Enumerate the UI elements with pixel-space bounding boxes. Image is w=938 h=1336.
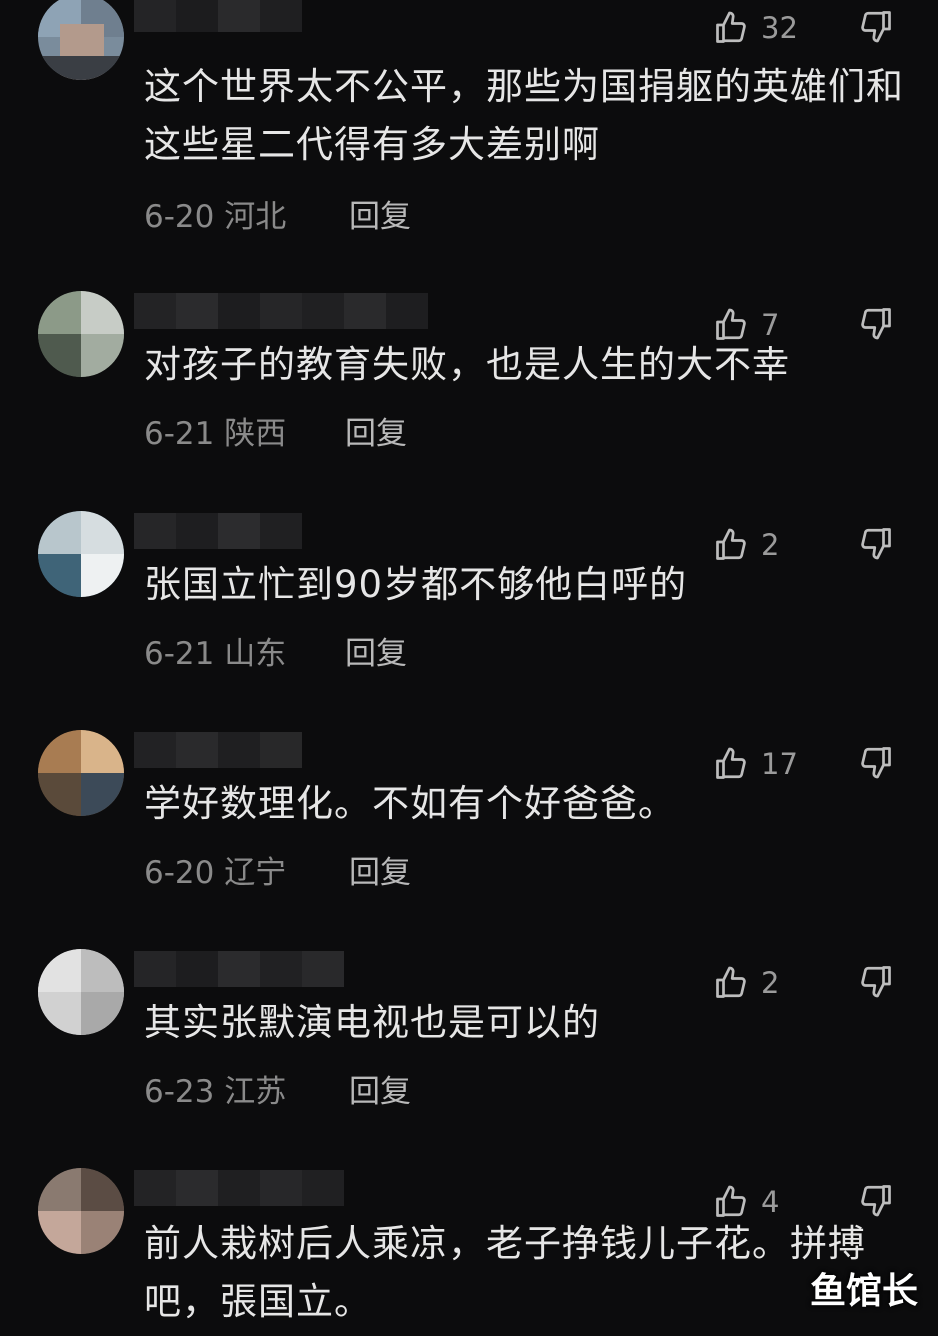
dislike-button[interactable] <box>858 8 896 48</box>
avatar[interactable] <box>38 291 124 377</box>
username-blurred[interactable] <box>134 732 302 768</box>
avatar[interactable] <box>38 0 124 80</box>
username-blurred[interactable] <box>134 513 302 549</box>
username-blurred[interactable] <box>134 293 428 329</box>
avatar[interactable] <box>38 730 124 816</box>
reply-button[interactable]: 回复 <box>349 847 411 892</box>
like-button[interactable]: 32 <box>713 8 813 48</box>
reply-button[interactable]: 回复 <box>349 1066 411 1111</box>
avatar[interactable] <box>38 949 124 1035</box>
thumb-up-icon <box>716 11 746 43</box>
username-blurred[interactable] <box>134 951 344 987</box>
comment-text: 对孩子的教育失败，也是人生的大不幸 <box>144 343 790 386</box>
comment-meta: 6-20 辽宁 <box>144 855 287 891</box>
reply-button[interactable]: 回复 <box>345 628 407 673</box>
comment-meta: 6-21 陕西 <box>144 416 287 452</box>
username-blurred[interactable] <box>134 0 302 32</box>
reply-button[interactable]: 回复 <box>345 408 407 453</box>
comment-text: 前人栽树后人乘凉，老子挣钱儿子花。拼搏吧，張国立。 <box>144 1222 866 1323</box>
username-blurred[interactable] <box>134 1170 344 1206</box>
comment-text: 其实张默演电视也是可以的 <box>144 1001 600 1044</box>
watermark: 鱼馆长 <box>809 1271 918 1312</box>
like-count: 32 <box>761 11 798 45</box>
thumb-down-icon <box>861 11 891 43</box>
comment-meta: 6-21 山东 <box>144 636 287 672</box>
avatar[interactable] <box>38 511 124 597</box>
thumb-down-icon <box>861 1185 891 1217</box>
comment-text: 这个世界太不公平，那些为国捐躯的英雄们和这些星二代得有多大差别啊 <box>144 65 904 166</box>
reply-button[interactable]: 回复 <box>349 191 411 236</box>
like-count: 4 <box>761 1185 780 1219</box>
comment-meta: 6-20 河北 <box>144 199 287 235</box>
avatar[interactable] <box>38 1168 124 1254</box>
comment-text: 张国立忙到90岁都不够他白呼的 <box>144 563 688 606</box>
comment-text: 学好数理化。不如有个好爸爸。 <box>144 782 676 825</box>
comment-meta: 6-23 江苏 <box>144 1074 287 1110</box>
